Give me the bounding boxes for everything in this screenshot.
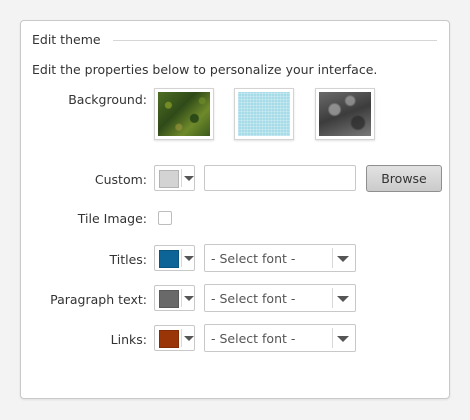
custom-color-picker[interactable] (154, 165, 195, 191)
background-label: Background: (68, 92, 147, 107)
links-font-value: - Select font - (211, 331, 296, 346)
titles-color-swatch (159, 250, 179, 268)
links-color-swatch (159, 330, 179, 348)
links-font-select[interactable]: - Select font - (204, 324, 356, 352)
custom-color-swatch (159, 170, 179, 188)
links-label: Links: (110, 332, 147, 347)
background-thumbnail-gray[interactable] (315, 88, 375, 140)
chevron-down-icon (184, 336, 194, 341)
background-thumbnail-green[interactable] (154, 88, 214, 140)
titles-font-select[interactable]: - Select font - (204, 244, 356, 272)
select-divider (332, 288, 333, 308)
gray-texture-image (319, 92, 371, 136)
links-color-picker[interactable] (154, 325, 195, 351)
chevron-down-icon (337, 336, 349, 342)
picker-divider (181, 249, 182, 267)
legend-divider (113, 40, 437, 41)
paragraph-font-value: - Select font - (211, 291, 296, 306)
picker-divider (181, 329, 182, 347)
titles-color-picker[interactable] (154, 245, 195, 271)
chevron-down-icon (184, 176, 194, 181)
green-texture-image (158, 92, 210, 136)
paragraph-text-label: Paragraph text: (50, 292, 147, 307)
chevron-down-icon (337, 256, 349, 262)
chevron-down-icon (184, 256, 194, 261)
chevron-down-icon (337, 296, 349, 302)
paragraph-color-swatch (159, 290, 179, 308)
paragraph-color-picker[interactable] (154, 285, 195, 311)
section-legend: Edit theme (32, 32, 101, 47)
select-divider (332, 328, 333, 348)
tile-image-label: Tile Image: (77, 211, 147, 226)
background-thumbnail-blue[interactable] (234, 88, 294, 140)
tile-image-checkbox[interactable] (158, 211, 172, 225)
edit-theme-panel: Edit theme Edit the properties below to … (20, 20, 450, 399)
chevron-down-icon (184, 296, 194, 301)
custom-file-field[interactable] (204, 165, 356, 191)
picker-divider (181, 169, 182, 187)
intro-text: Edit the properties below to personalize… (32, 62, 378, 77)
browse-button[interactable]: Browse (366, 165, 442, 192)
paragraph-font-select[interactable]: - Select font - (204, 284, 356, 312)
picker-divider (181, 289, 182, 307)
titles-font-value: - Select font - (211, 251, 296, 266)
select-divider (332, 248, 333, 268)
titles-label: Titles: (109, 252, 147, 267)
blue-texture-image (238, 92, 290, 136)
custom-label: Custom: (94, 172, 147, 187)
